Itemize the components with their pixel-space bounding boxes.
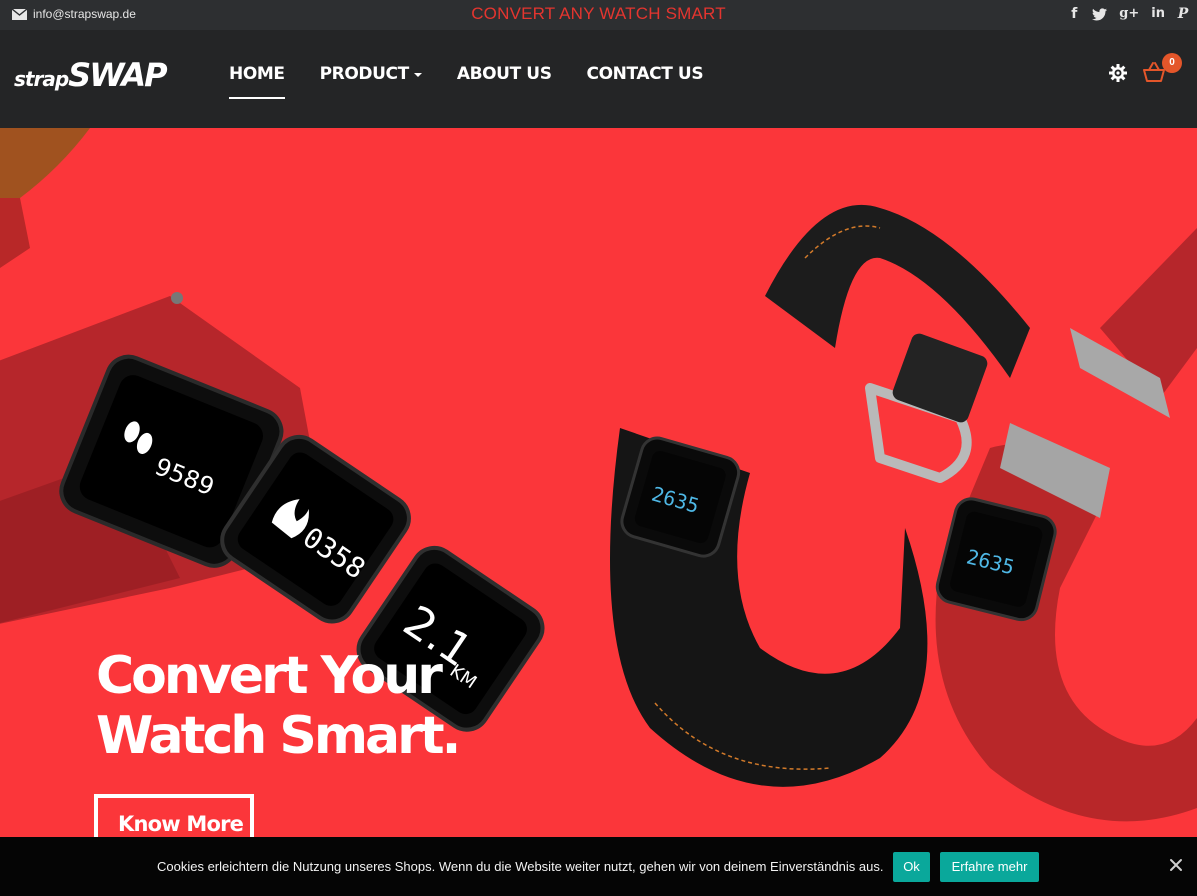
hero-headline-line2: Watch Smart. (96, 706, 461, 766)
hero-banner: 9589 0358 2.1 KM 2635 2635 Convert Your … (0, 128, 1197, 837)
nav-contact[interactable]: CONTACT US (587, 64, 704, 100)
google-plus-icon[interactable]: g+ (1119, 5, 1139, 23)
caret-down-icon (413, 73, 422, 77)
cookie-learn-more-button[interactable]: Erfahre mehr (940, 852, 1039, 882)
logo-strap: strap (14, 67, 69, 91)
cart-count-badge: 0 (1162, 53, 1182, 73)
main-nav: HOME PRODUCT ABOUT US CONTACT US (229, 64, 704, 100)
promo-text: CONVERT ANY WATCH SMART (471, 4, 726, 23)
nav-about[interactable]: ABOUT US (457, 64, 552, 100)
twitter-icon[interactable] (1092, 7, 1108, 21)
gear-icon[interactable] (1108, 63, 1128, 83)
main-header: strap SWAP HOME PRODUCT ABOUT US CONTACT… (0, 30, 1197, 128)
nav-home[interactable]: HOME (229, 64, 285, 100)
pinterest-icon[interactable]: P (1177, 5, 1189, 23)
linkedin-icon[interactable]: in (1151, 5, 1165, 23)
site-logo[interactable]: strap SWAP (14, 56, 168, 94)
cookie-ok-button[interactable]: Ok (893, 852, 930, 882)
cookie-consent-bar: Cookies erleichtern die Nutzung unseres … (0, 837, 1197, 896)
cookie-message: Cookies erleichtern die Nutzung unseres … (157, 859, 884, 874)
logo-swap: SWAP (68, 56, 167, 94)
know-more-button[interactable]: Know More (94, 794, 254, 837)
close-icon[interactable] (1166, 855, 1186, 875)
hero-headline-line1: Convert Your (96, 646, 443, 706)
social-links: f g+ in P (1068, 5, 1189, 23)
nav-product-label: PRODUCT (319, 64, 410, 84)
top-bar: info@strapswap.de CONVERT ANY WATCH SMAR… (0, 0, 1197, 30)
nav-product[interactable]: PRODUCT (320, 64, 422, 100)
facebook-icon[interactable]: f (1068, 5, 1080, 23)
hero-headline: Convert Your Watch Smart. (96, 646, 461, 766)
